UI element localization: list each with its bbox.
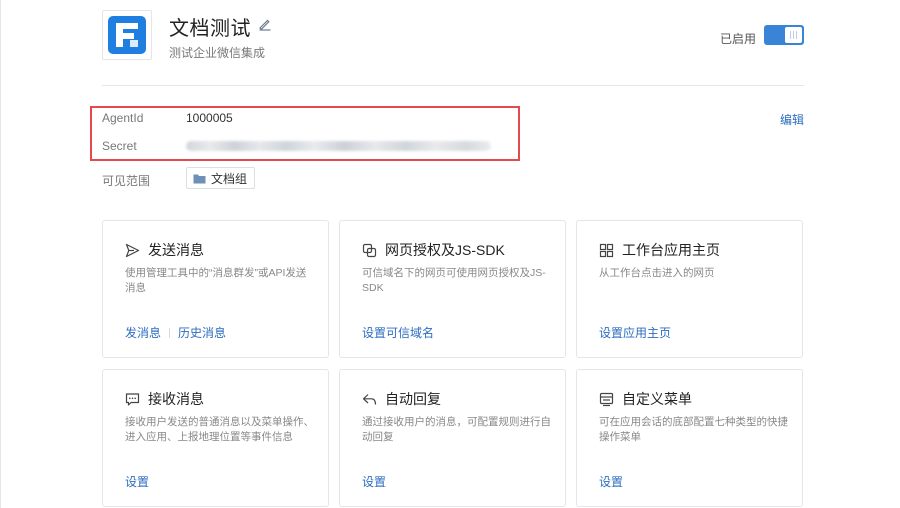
card-send-message: 发送消息 使用管理工具中的“消息群发”或API发送消息 发消息 历史消息	[102, 220, 329, 358]
card-title-text: 自动回复	[385, 391, 441, 407]
auto-reply-settings-link[interactable]: 设置	[362, 473, 386, 490]
card-title: 自定义菜单	[599, 390, 692, 408]
menu-icon	[599, 392, 614, 406]
card-title: 网页授权及JS-SDK	[362, 241, 505, 259]
scope-tag-label: 文档组	[211, 171, 248, 186]
card-auto-reply: 自动回复 通过接收用户的消息，可配置规则进行自动回复 设置	[339, 369, 566, 507]
card-title: 自动回复	[362, 390, 441, 408]
card-title-text: 发送消息	[148, 242, 204, 258]
grid-icon	[599, 243, 614, 257]
web-auth-icon	[362, 243, 377, 257]
status-label: 已启用	[720, 32, 757, 46]
highlight-annotation-box	[90, 106, 520, 161]
card-links: 设置	[362, 473, 386, 490]
card-description: 使用管理工具中的“消息群发”或API发送消息	[125, 267, 307, 294]
reply-icon	[362, 393, 377, 405]
card-workbench-home: 工作台应用主页 从工作台点击进入的网页 设置应用主页	[576, 220, 803, 358]
set-trusted-domain-link[interactable]: 设置可信域名	[362, 324, 434, 341]
app-description: 测试企业微信集成	[169, 46, 266, 60]
chat-icon	[125, 392, 140, 406]
app-title: 文档测试	[169, 18, 251, 40]
set-app-homepage-link[interactable]: 设置应用主页	[599, 324, 671, 341]
send-message-link[interactable]: 发消息	[125, 324, 161, 341]
folder-icon	[193, 174, 206, 183]
enable-toggle[interactable]	[764, 25, 804, 45]
card-custom-menu: 自定义菜单 可在应用会话的底部配置七种类型的快捷操作菜单 设置	[576, 369, 803, 507]
card-description: 可信域名下的网页可使用网页授权及JS-SDK	[362, 267, 546, 294]
app-logo-icon	[108, 16, 146, 54]
history-message-link[interactable]: 历史消息	[178, 324, 226, 341]
header-divider	[102, 85, 804, 86]
card-title: 接收消息	[125, 390, 204, 408]
scope-label: 可见范围	[102, 174, 151, 188]
card-description: 接收用户发送的普通消息以及菜单操作、进入应用、上报地理位置等事件信息	[125, 416, 314, 443]
card-description: 可在应用会话的底部配置七种类型的快捷操作菜单	[599, 416, 788, 443]
left-border	[0, 0, 1, 508]
custom-menu-settings-link[interactable]: 设置	[599, 473, 623, 490]
card-links: 设置	[125, 473, 149, 490]
card-title-text: 自定义菜单	[622, 391, 692, 407]
card-links: 设置应用主页	[599, 324, 671, 341]
card-description: 通过接收用户的消息，可配置规则进行自动回复	[362, 416, 551, 443]
card-links: 设置可信域名	[362, 324, 434, 341]
card-title: 工作台应用主页	[599, 241, 720, 259]
card-web-auth: 网页授权及JS-SDK 可信域名下的网页可使用网页授权及JS-SDK 设置可信域…	[339, 220, 566, 358]
card-title-text: 工作台应用主页	[622, 242, 720, 258]
card-title-text: 网页授权及JS-SDK	[385, 242, 505, 258]
card-title-text: 接收消息	[148, 391, 204, 407]
card-title: 发送消息	[125, 241, 204, 259]
card-description: 从工作台点击进入的网页	[599, 267, 715, 279]
edit-link[interactable]: 编辑	[780, 111, 804, 128]
receive-message-settings-link[interactable]: 设置	[125, 473, 149, 490]
app-logo	[102, 10, 152, 60]
send-icon	[125, 243, 140, 257]
card-receive-message: 接收消息 接收用户发送的普通消息以及菜单操作、进入应用、上报地理位置等事件信息 …	[102, 369, 329, 507]
scope-tag[interactable]: 文档组	[186, 167, 256, 189]
pencil-icon[interactable]	[258, 17, 272, 31]
link-separator	[169, 327, 171, 338]
toggle-knob	[785, 27, 802, 43]
app-header: 文档测试 测试企业微信集成 已启用	[102, 10, 804, 62]
card-links: 发消息 历史消息	[125, 324, 226, 341]
card-links: 设置	[599, 473, 623, 490]
